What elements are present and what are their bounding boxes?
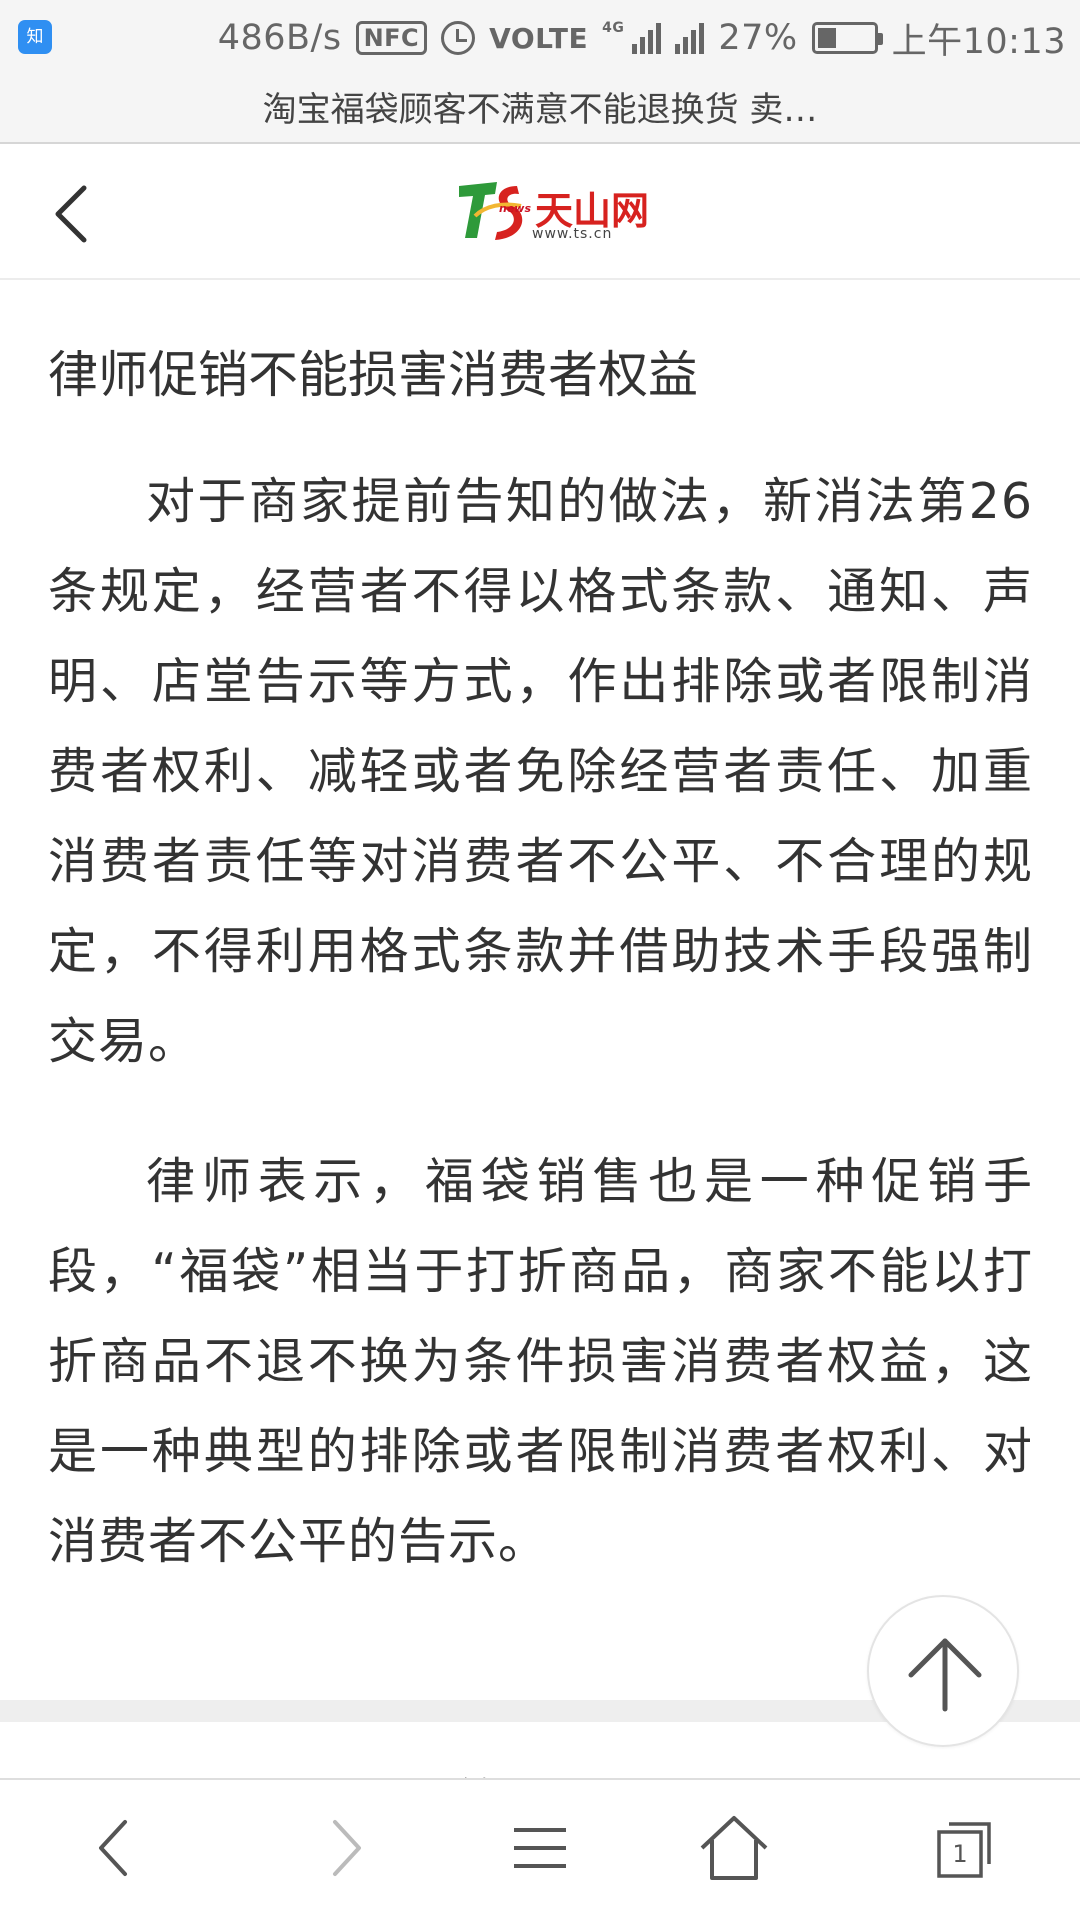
browser-toolbar: 1 <box>0 1778 1080 1920</box>
alarm-icon <box>441 21 476 55</box>
article-body: 律师促销不能损害消费者权益 对于商家提前告知的做法，新消法第26条规定，经营者不… <box>48 345 1033 1587</box>
back-icon <box>99 1820 127 1876</box>
nfc-icon: NFC <box>355 21 428 55</box>
network-type: 4G <box>602 20 625 36</box>
page-title-bar: 淘宝福袋顾客不满意不能退换货 卖… <box>0 76 1080 144</box>
browser-forward-button[interactable] <box>305 1808 385 1888</box>
chevron-left-icon <box>55 185 87 243</box>
section-heading: 律师促销不能损害消费者权益 <box>48 346 698 404</box>
zhihu-notification-icon: 知 <box>18 20 52 54</box>
back-to-top-button[interactable] <box>867 1595 1019 1747</box>
back-button[interactable] <box>40 178 110 248</box>
logo-news-label: news <box>499 202 532 215</box>
status-bar: 知 486B/s NFC VOLTE 4G 27% 上午10:13 <box>0 0 1080 76</box>
browser-back-button[interactable] <box>75 1808 155 1888</box>
net-speed: 486B/s <box>217 18 342 58</box>
battery-percent: 27% <box>718 18 798 58</box>
article-paragraph: 律师表示，福袋销售也是一种促销手段，“福袋”相当于打折商品，商家不能以打折商品不… <box>48 1153 1033 1570</box>
site-header: news 天山网 www.ts.cn <box>0 146 1080 280</box>
home-icon <box>700 1816 768 1880</box>
signal-icon <box>632 22 662 54</box>
battery-icon <box>811 22 883 54</box>
browser-menu-button[interactable] <box>500 1808 580 1888</box>
volte-label: VOLTE <box>489 21 589 55</box>
browser-tabs-button[interactable]: 1 <box>925 1808 1005 1888</box>
page-title: 淘宝福袋顾客不满意不能退换货 卖… <box>262 90 818 130</box>
arrow-up-icon <box>908 1638 982 1712</box>
status-indicators: 486B/s NFC VOLTE 4G 27% 上午10:13 <box>218 14 1066 62</box>
site-logo[interactable]: news 天山网 www.ts.cn <box>455 176 649 248</box>
menu-icon <box>514 1828 566 1868</box>
forward-icon <box>333 1820 361 1876</box>
tab-count: 1 <box>952 1840 968 1868</box>
article-paragraph: 对于商家提前告知的做法，新消法第26条规定，经营者不得以格式条款、通知、声明、店… <box>48 473 1033 1070</box>
signal-icon-2 <box>675 22 705 54</box>
logo-url: www.ts.cn <box>532 226 613 242</box>
clock: 上午10:13 <box>891 21 1066 62</box>
browser-home-button[interactable] <box>694 1808 774 1888</box>
